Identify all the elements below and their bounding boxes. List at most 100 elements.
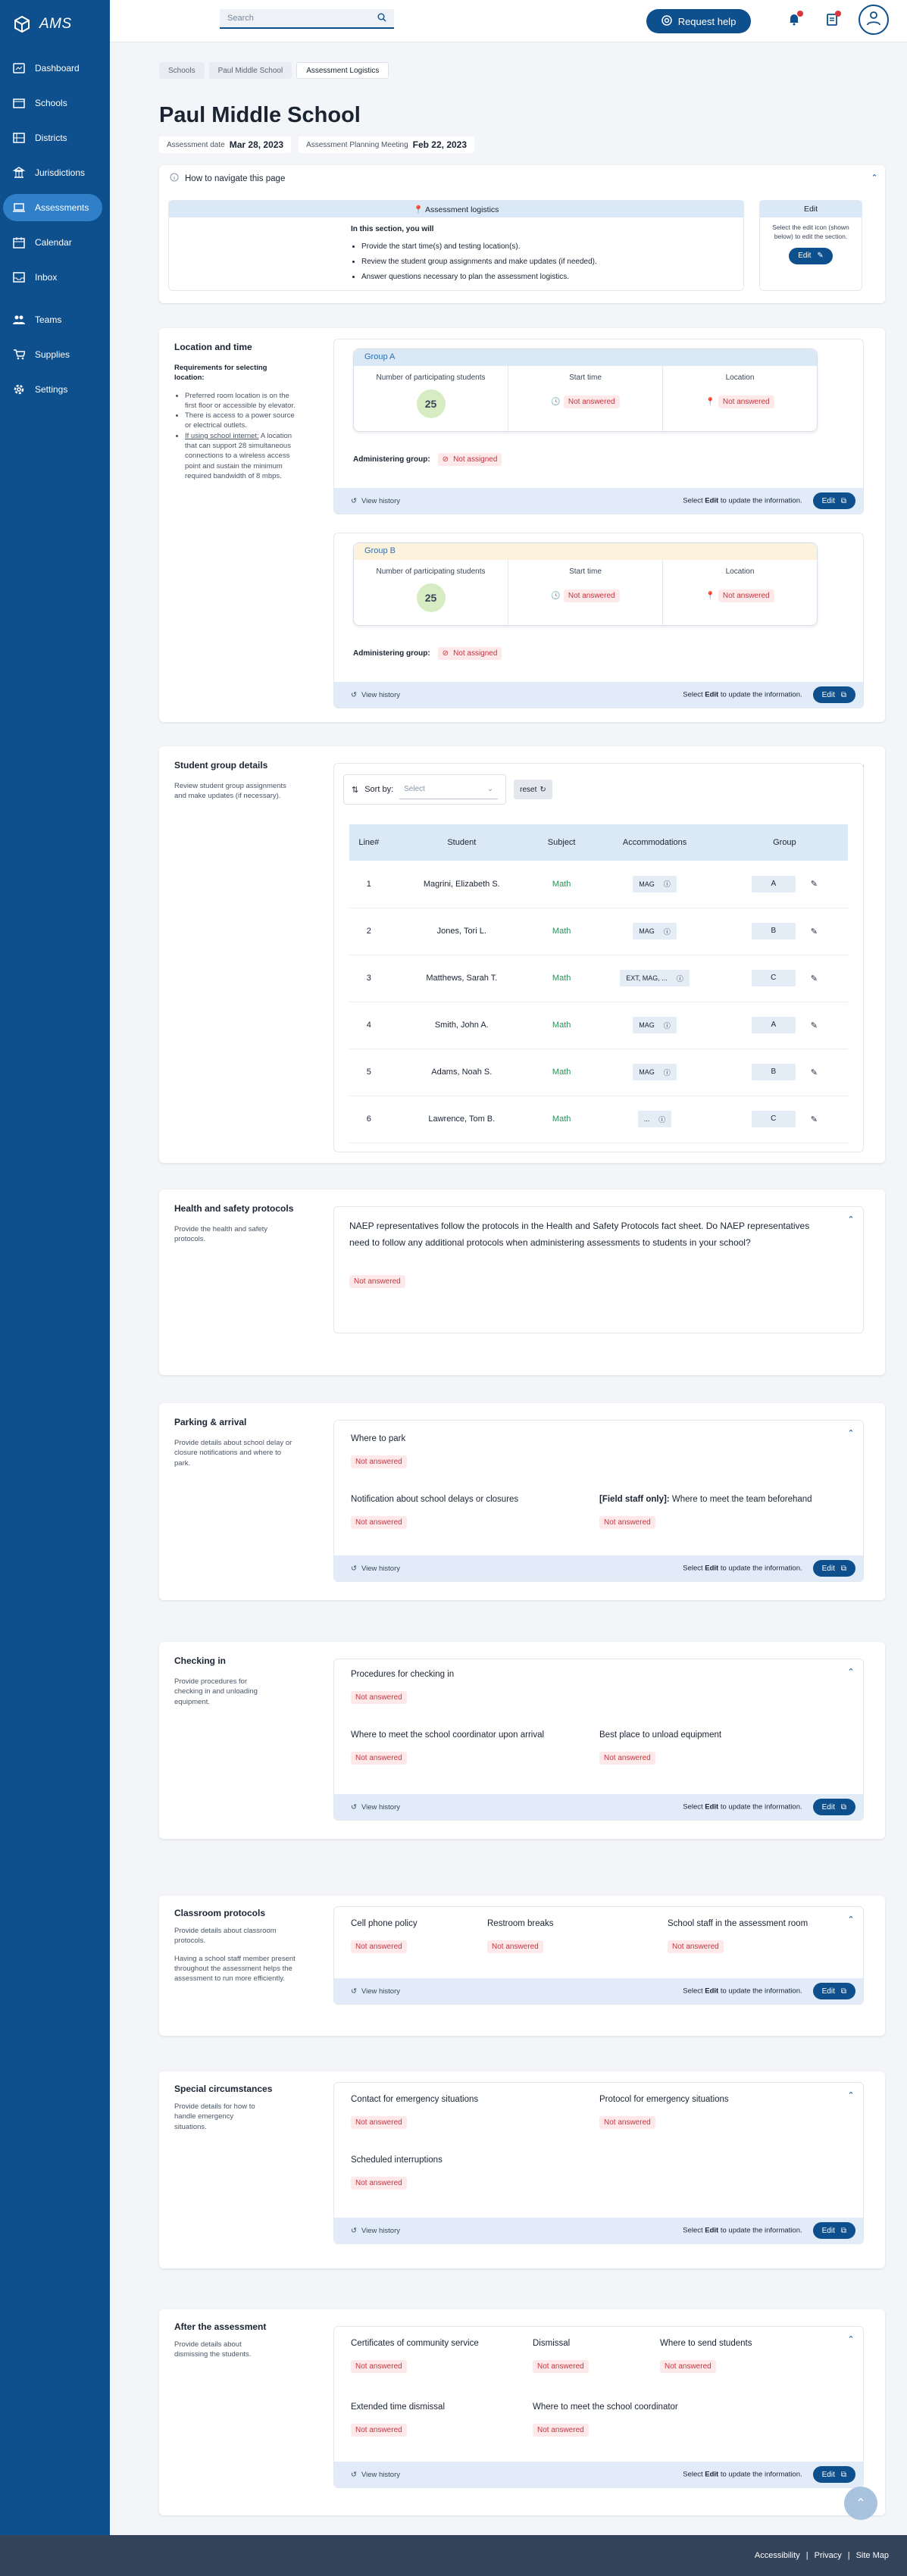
collapse-icon[interactable]: ⌃ xyxy=(845,2089,857,2101)
subject-cell: Math xyxy=(534,908,589,955)
howto-edit-button[interactable]: Edit ✎ xyxy=(789,247,833,264)
info-icon[interactable]: ⓘ xyxy=(664,1021,671,1030)
info-icon[interactable]: ⓘ xyxy=(664,1068,671,1077)
view-history-link[interactable]: ↺ View history xyxy=(351,1565,400,1573)
sidebar-item-calendar[interactable]: Calendar xyxy=(3,229,102,256)
search-input[interactable]: Search xyxy=(220,9,394,29)
breadcrumb-school[interactable]: Paul Middle School xyxy=(208,62,292,79)
accommodations-chip[interactable]: MAG ⓘ xyxy=(633,1064,677,1080)
collapse-icon[interactable]: ⌃ xyxy=(845,1665,857,1677)
howto-banner: 📍 Assessment logistics xyxy=(169,201,743,217)
sidebar-item-supplies[interactable]: Supplies xyxy=(3,341,102,368)
accommodations-value: EXT, MAG, ... xyxy=(626,974,668,982)
sort-select[interactable]: Select ⌄ xyxy=(399,780,499,799)
sidebar-item-schools[interactable]: Schools xyxy=(3,89,102,117)
edit-label: Edit xyxy=(821,2470,835,2479)
sidebar-item-settings[interactable]: Settings xyxy=(3,376,102,403)
collapse-icon[interactable]: ⌃ xyxy=(845,1913,857,1925)
group-b-panel: Group B Number of participating students… xyxy=(333,533,864,708)
not-assigned: Not assigned xyxy=(453,649,498,658)
after-q2: Dismissal Not answered xyxy=(533,2339,589,2373)
pencil-icon[interactable]: ✎ xyxy=(811,1021,818,1030)
info-icon[interactable]: ⓘ xyxy=(658,1114,665,1124)
reset-button[interactable]: reset ↻ xyxy=(514,780,552,799)
checkin-panel: ⌃ Procedures for checking in Not answered… xyxy=(333,1658,864,1821)
howto-intro: In this section, you will xyxy=(351,225,434,233)
view-history-link[interactable]: ↺ View history xyxy=(351,691,400,699)
group-b-start: Start time 🕓 Not answered xyxy=(508,560,663,625)
view-history-link[interactable]: ↺ View history xyxy=(351,2471,400,2479)
accommodations-chip[interactable]: MAG ⓘ xyxy=(633,875,677,893)
students-count: 25 xyxy=(416,389,446,418)
location-req-link[interactable]: If using school internet: xyxy=(185,432,259,440)
sidebar-item-jurisdictions[interactable]: Jurisdictions xyxy=(3,159,102,186)
info-icon[interactable]: ⓘ xyxy=(677,974,683,983)
not-answered: Not answered xyxy=(351,1516,407,1529)
view-history-link[interactable]: ↺ View history xyxy=(351,2227,400,2235)
special-section: Special circumstances Provide details fo… xyxy=(159,2071,885,2268)
tasks-button[interactable] xyxy=(821,9,843,32)
hint-post: to update the information. xyxy=(718,496,802,505)
request-help-button[interactable]: Request help xyxy=(646,9,751,33)
sidebar-item-dashboard[interactable]: Dashboard xyxy=(3,55,102,82)
collapse-icon[interactable]: ⌃ xyxy=(845,1427,857,1439)
collapse-icon[interactable]: ⌃ xyxy=(845,2333,857,2345)
checkin-footer: ↺ View history Select Edit to update the … xyxy=(334,1794,863,1820)
search-icon[interactable] xyxy=(377,13,386,24)
pencil-icon[interactable]: ✎ xyxy=(811,1068,818,1077)
footer-privacy-link[interactable]: Privacy xyxy=(815,2551,842,2560)
pencil-icon[interactable]: ✎ xyxy=(811,1114,818,1124)
pencil-icon[interactable]: ✎ xyxy=(811,927,818,936)
not-answered: Not answered xyxy=(351,2177,407,2190)
edit-button[interactable]: Edit ⧉ xyxy=(812,2466,855,2483)
footer-accessibility-link[interactable]: Accessibility xyxy=(755,2551,800,2560)
howto-body: In this section, you will Provide the st… xyxy=(169,217,743,285)
edit-button[interactable]: Edit ⧉ xyxy=(812,1983,855,1999)
subject-cell: Math xyxy=(534,1096,589,1143)
info-icon[interactable]: ⓘ xyxy=(664,927,671,936)
notifications-button[interactable] xyxy=(783,9,805,32)
special-q3: Scheduled interruptions Not answered xyxy=(351,2156,443,2190)
history-icon: ↺ xyxy=(351,1987,357,1996)
view-history-link[interactable]: ↺ View history xyxy=(351,1987,400,1996)
update-hint: Select Edit to update the information. Ed… xyxy=(683,1560,855,1577)
user-avatar[interactable] xyxy=(859,5,889,35)
view-history-link[interactable]: ↺ View history xyxy=(351,1803,400,1812)
update-hint: Select Edit to update the information. Ed… xyxy=(683,1799,855,1815)
pencil-icon[interactable]: ✎ xyxy=(811,879,818,889)
sidebar-item-districts[interactable]: Districts xyxy=(3,124,102,152)
accommodations-chip[interactable]: MAG ⓘ xyxy=(633,923,677,939)
breadcrumb-schools[interactable]: Schools xyxy=(159,62,205,79)
edit-button[interactable]: Edit ⧉ xyxy=(812,492,855,509)
scroll-to-top-button[interactable]: ⌃ xyxy=(844,2487,877,2520)
edit-button[interactable]: Edit ⧉ xyxy=(812,2222,855,2239)
edit-button[interactable]: Edit ⧉ xyxy=(812,1799,855,1815)
sort-icon: ⇅ xyxy=(352,785,359,795)
question-label: Procedures for checking in xyxy=(351,1670,455,1679)
question-label: School staff in the assessment room xyxy=(668,1919,808,1928)
sidebar-item-teams[interactable]: Teams xyxy=(3,306,102,333)
checkin-section: Checking in Provide procedures for check… xyxy=(159,1642,885,1839)
pencil-icon[interactable]: ✎ xyxy=(811,974,818,983)
group-a-box: Group A Number of participating students… xyxy=(353,349,818,432)
edit-button[interactable]: Edit ⧉ xyxy=(812,686,855,703)
school-icon xyxy=(12,96,26,110)
accommodations-chip[interactable]: EXT, MAG, ... ⓘ xyxy=(620,970,690,986)
accommodations-chip[interactable]: MAG ⓘ xyxy=(633,1017,677,1033)
view-history-link[interactable]: ↺ View history xyxy=(351,497,400,505)
info-icon[interactable]: ⓘ xyxy=(664,879,671,889)
app-logo[interactable]: AMS xyxy=(0,0,110,48)
collapse-icon[interactable]: ⌃ xyxy=(868,171,880,183)
howto-header[interactable]: How to navigate this page xyxy=(170,173,285,184)
history-icon: ↺ xyxy=(351,2470,357,2479)
sidebar-item-inbox[interactable]: Inbox xyxy=(3,264,102,291)
notification-badge xyxy=(797,11,803,17)
collapse-icon[interactable]: ⌃ xyxy=(845,1213,857,1225)
section-title: Checking in xyxy=(174,1655,227,1666)
footer-sitemap-link[interactable]: Site Map xyxy=(856,2551,889,2560)
cube-logo-icon xyxy=(12,14,32,34)
howto-item: Provide the start time(s) and testing lo… xyxy=(361,239,743,255)
edit-button[interactable]: Edit ⧉ xyxy=(812,1560,855,1577)
accommodations-chip[interactable]: ... ⓘ xyxy=(637,1111,672,1127)
sidebar-item-assessments[interactable]: Assessments xyxy=(3,194,102,221)
